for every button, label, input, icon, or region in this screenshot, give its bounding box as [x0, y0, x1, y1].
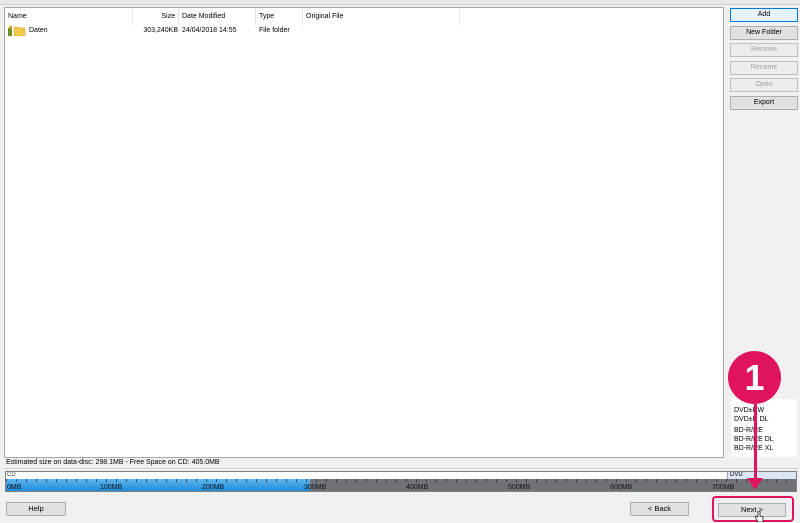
help-button[interactable]: Help [6, 502, 66, 516]
file-date-modified: 24/04/2018 14:55 [182, 27, 237, 34]
remove-button[interactable]: Remove [730, 43, 798, 57]
file-list[interactable]: Name Size Date Modified Type Original Fi… [4, 7, 724, 458]
disc-type-item[interactable]: BD-R/RE [734, 426, 763, 435]
back-button[interactable]: < Back [630, 502, 689, 516]
column-header-name[interactable]: Name [5, 8, 133, 25]
file-type: File folder [259, 27, 290, 34]
capacity-tick-label: 200MB [202, 484, 225, 491]
next-button-highlight [712, 496, 794, 522]
capacity-tick-label: 700MB [712, 484, 735, 491]
mouse-cursor-icon [755, 511, 764, 522]
cd-label: CD [7, 472, 16, 478]
capacity-tick-label: 500MB [508, 484, 531, 491]
add-button[interactable]: Add [730, 8, 798, 22]
capacity-ticks [6, 479, 796, 482]
new-folder-button[interactable]: New Folder [730, 26, 798, 40]
divider [4, 468, 798, 469]
column-header-type[interactable]: Type [256, 8, 303, 25]
disc-type-item[interactable]: DVD±R DL [734, 415, 769, 424]
capacity-tick-label: 0MB [7, 484, 22, 491]
open-button[interactable]: Open [730, 78, 798, 92]
folder-icon [8, 26, 26, 36]
disc-type-list[interactable]: DVD±RW DVD±R DL BD-R/RE BD-R/RE DL BD-R/… [731, 399, 797, 457]
annotation-arrow [754, 404, 757, 480]
capacity-tick-label: 400MB [406, 484, 429, 491]
column-header-original-file[interactable]: Original File [303, 8, 460, 25]
file-size: 303,240KB [143, 27, 178, 34]
annotation-arrow-head [747, 478, 763, 490]
status-text: Estimated size on data-disc: 298.1MB - F… [6, 459, 220, 466]
capacity-tick-label: 600MB [610, 484, 633, 491]
rename-button[interactable]: Rename [730, 61, 798, 75]
table-row[interactable]: Daten 303,240KB 24/04/2018 14:55 File fo… [5, 25, 723, 37]
export-button[interactable]: Export [730, 96, 798, 110]
step-number-badge: 1 [728, 351, 781, 404]
column-header-date-modified[interactable]: Date Modified [179, 8, 256, 25]
disc-capacity-bar: CD DVD 0MB 100MB 200MB 300MB 400MB 500MB… [5, 471, 797, 492]
capacity-tick-label: 300MB [304, 484, 327, 491]
window-top-edge [0, 0, 800, 5]
disc-type-item[interactable]: DVD±RW [734, 406, 764, 415]
capacity-tick-label: 100MB [100, 484, 123, 491]
column-header-size[interactable]: Size [133, 8, 179, 25]
file-name: Daten [29, 27, 48, 34]
